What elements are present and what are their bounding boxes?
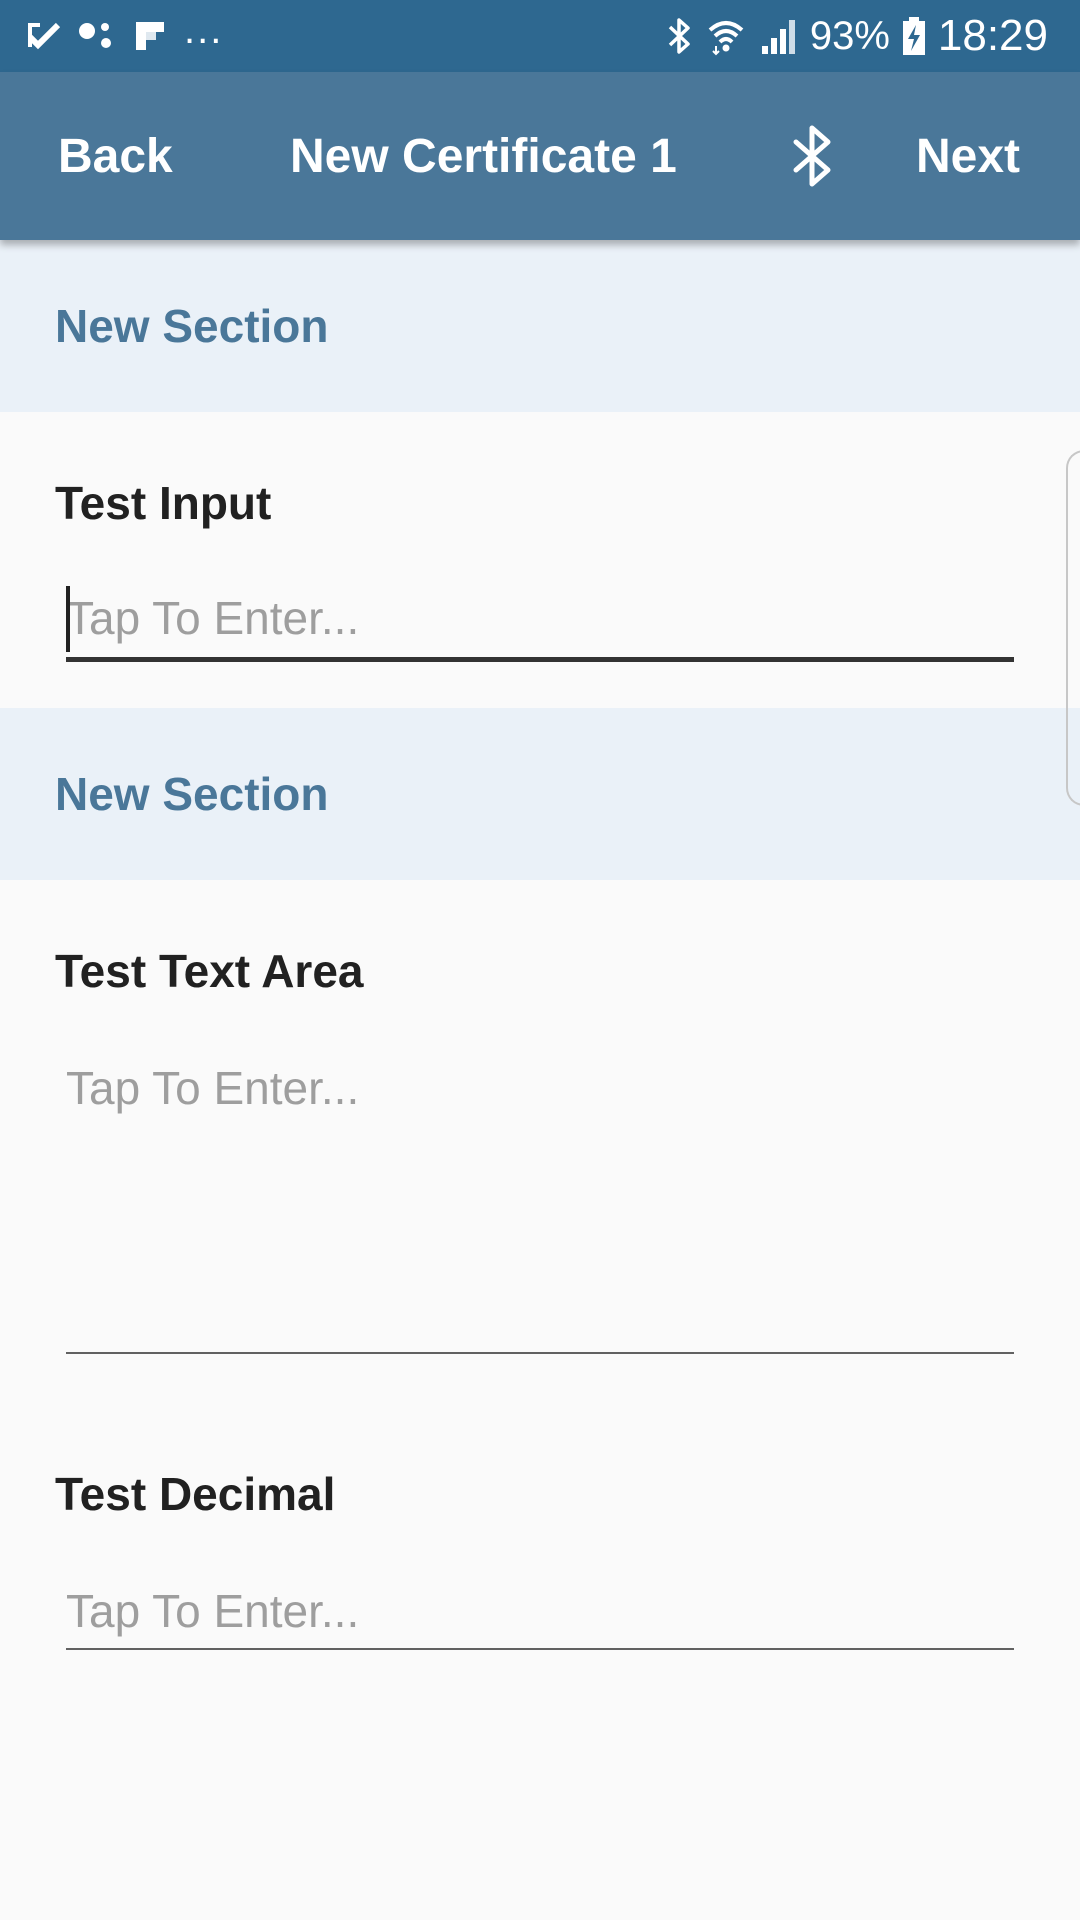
notification-overflow: ...: [184, 7, 224, 52]
field-label-test-text-area: Test Text Area: [55, 945, 364, 997]
battery-percent: 93%: [809, 13, 890, 58]
section-title: New Section: [55, 300, 329, 352]
dots-notification-icon: [79, 23, 111, 48]
test-decimal-placeholder: Tap To Enter...: [66, 1585, 360, 1637]
clock: 18:29: [937, 11, 1048, 60]
status-bar-right: 93% 18:29: [666, 0, 1048, 72]
test-text-area-placeholder: Tap To Enter...: [66, 1062, 360, 1114]
bluetooth-icon: [668, 18, 690, 54]
next-button[interactable]: Next: [916, 72, 1020, 240]
app-bar: Back New Certificate 1 Next: [0, 72, 1080, 240]
page-title: New Certificate 1: [290, 129, 677, 183]
field-label-test-input: Test Input: [55, 477, 272, 529]
battery-charging-icon: [902, 17, 925, 55]
test-input-field[interactable]: Tap To Enter...: [66, 582, 1014, 662]
status-bar: ... 93% 18:29: [0, 0, 1080, 72]
test-text-area-field[interactable]: Tap To Enter...: [66, 1056, 1014, 1354]
status-bar-left: ...: [26, 0, 223, 72]
field-label-test-decimal: Test Decimal: [55, 1468, 336, 1520]
wifi-icon: [708, 21, 744, 56]
text-cursor: [66, 586, 70, 652]
signal-icon: [761, 20, 795, 54]
section-header: New Section: [0, 240, 1080, 412]
test-input-placeholder: Tap To Enter...: [66, 592, 360, 644]
section-title: New Section: [55, 768, 329, 820]
edge-panel-handle[interactable]: [1066, 450, 1080, 806]
flipboard-icon: [136, 22, 164, 50]
section-header: New Section: [0, 708, 1080, 880]
bluetooth-icon[interactable]: [790, 124, 836, 188]
check-notification-icon: [27, 22, 60, 50]
back-button[interactable]: Back: [58, 72, 173, 240]
test-decimal-field[interactable]: Tap To Enter...: [66, 1578, 1014, 1650]
